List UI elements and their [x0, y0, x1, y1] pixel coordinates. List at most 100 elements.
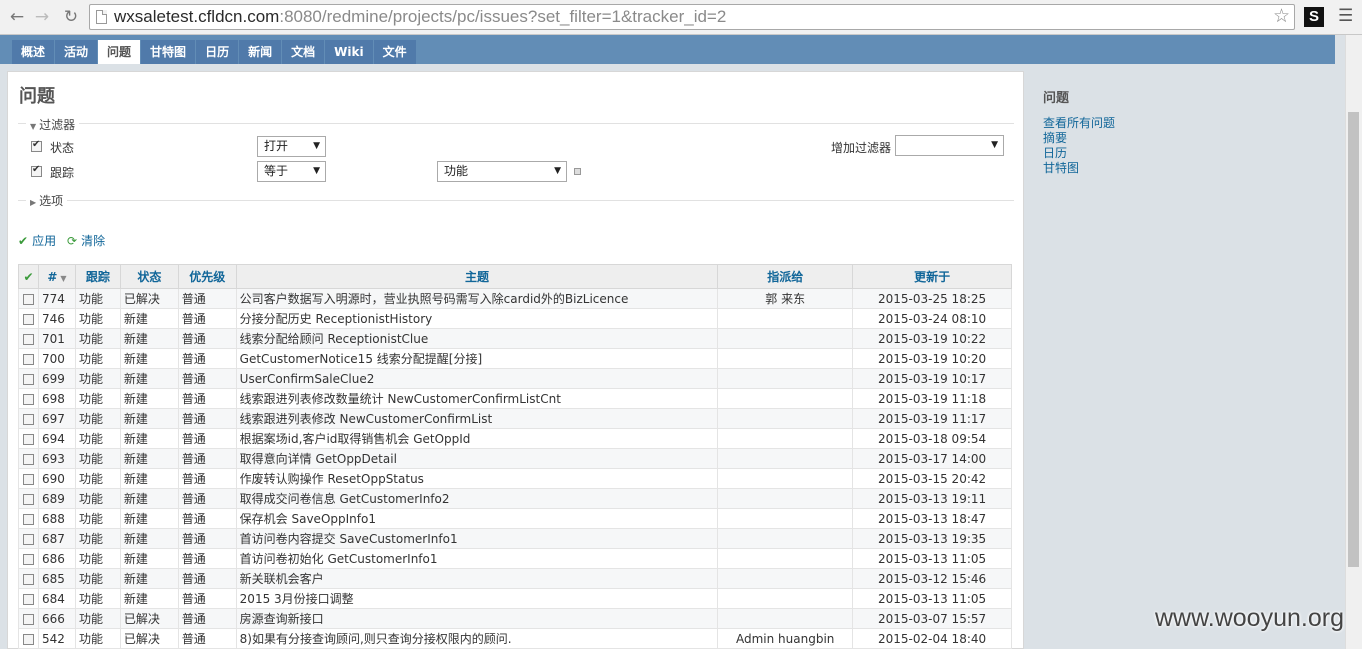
row-checkbox-cell[interactable] — [18, 428, 39, 449]
tracker-value-select[interactable]: 功能 ▼ — [437, 161, 567, 182]
sidebar-link-calendar[interactable]: 日历 — [1043, 146, 1333, 161]
tracker-operator-select[interactable]: 等于 ▼ — [257, 161, 326, 182]
row-checkbox-cell[interactable] — [18, 588, 39, 609]
row-checkbox-cell[interactable] — [18, 628, 39, 649]
issue-id[interactable]: 685 — [37, 568, 76, 589]
row-checkbox[interactable] — [22, 333, 34, 345]
issue-subject[interactable]: 线索跟进列表修改 NewCustomerConfirmList — [235, 408, 719, 429]
issue-assignee[interactable] — [717, 348, 854, 369]
row-checkbox-cell[interactable] — [18, 568, 39, 589]
issue-id[interactable]: 690 — [37, 468, 76, 489]
issue-subject[interactable]: 线索跟进列表修改数量统计 NewCustomerConfirmListCnt — [235, 388, 719, 409]
row-checkbox-cell[interactable] — [18, 528, 39, 549]
tab-activity[interactable]: 活动 — [55, 40, 98, 64]
row-checkbox[interactable] — [22, 513, 34, 525]
bookmark-star-icon[interactable]: ☆ — [1273, 5, 1290, 29]
row-checkbox-cell[interactable] — [18, 488, 39, 509]
issue-id[interactable]: 774 — [37, 288, 76, 309]
row-checkbox[interactable] — [22, 613, 34, 625]
row-checkbox-cell[interactable] — [18, 288, 39, 309]
issue-subject[interactable]: 根据案场id,客户id取得销售机会 GetOppId — [235, 428, 719, 449]
row-checkbox-cell[interactable] — [18, 408, 39, 429]
row-checkbox-cell[interactable] — [18, 368, 39, 389]
address-bar[interactable]: wxsaletest.cfldcn.com:8080/redmine/proje… — [89, 4, 1295, 30]
row-checkbox-cell[interactable] — [18, 308, 39, 329]
tab-documents[interactable]: 文档 — [282, 40, 325, 64]
issue-assignee[interactable] — [717, 428, 854, 449]
issue-id[interactable]: 542 — [37, 628, 76, 649]
issue-assignee[interactable] — [717, 608, 854, 629]
issue-subject[interactable]: 公司客户数据写入明源时，营业执照号码需写入除cardid外的BizLicence — [235, 288, 719, 309]
sidebar-link-summary[interactable]: 摘要 — [1043, 131, 1333, 146]
issue-assignee[interactable] — [717, 368, 854, 389]
toggle-multi-select-icon[interactable] — [574, 168, 581, 175]
issue-subject[interactable]: 首访问卷初始化 GetCustomerInfo1 — [235, 548, 719, 569]
toggle-all-checkbox[interactable]: ✔ — [18, 264, 39, 289]
issue-id[interactable]: 700 — [37, 348, 76, 369]
row-checkbox[interactable] — [22, 373, 34, 385]
row-checkbox[interactable] — [22, 633, 34, 645]
issue-id[interactable]: 689 — [37, 488, 76, 509]
issue-subject[interactable]: 保存机会 SaveOppInfo1 — [235, 508, 719, 529]
issue-assignee[interactable] — [717, 328, 854, 349]
row-checkbox-cell[interactable] — [18, 508, 39, 529]
issue-subject[interactable]: 作废转认购操作 ResetOppStatus — [235, 468, 719, 489]
options-legend[interactable]: ▶ 选项 — [26, 192, 68, 209]
issue-subject[interactable]: 取得成交问卷信息 GetCustomerInfo2 — [235, 488, 719, 509]
issue-id[interactable]: 694 — [37, 428, 76, 449]
tab-gantt[interactable]: 甘特图 — [141, 40, 196, 64]
issue-assignee[interactable] — [717, 508, 854, 529]
row-checkbox[interactable] — [22, 393, 34, 405]
issue-subject[interactable]: 首访问卷内容提交 SaveCustomerInfo1 — [235, 528, 719, 549]
issue-assignee[interactable]: 郭 来东 — [717, 288, 854, 309]
row-checkbox[interactable] — [22, 593, 34, 605]
row-checkbox[interactable] — [22, 573, 34, 585]
row-checkbox[interactable] — [22, 293, 34, 305]
issue-id[interactable]: 688 — [37, 508, 76, 529]
issue-id[interactable]: 686 — [37, 548, 76, 569]
row-checkbox[interactable] — [22, 453, 34, 465]
row-checkbox-cell[interactable] — [18, 468, 39, 489]
status-operator-select[interactable]: 打开 ▼ — [257, 136, 326, 157]
issue-assignee[interactable] — [717, 308, 854, 329]
row-checkbox[interactable] — [22, 553, 34, 565]
issue-subject[interactable]: 取得意向详情 GetOppDetail — [235, 448, 719, 469]
tab-overview[interactable]: 概述 — [12, 40, 55, 64]
issue-assignee[interactable] — [717, 388, 854, 409]
row-checkbox-cell[interactable] — [18, 348, 39, 369]
back-arrow-icon[interactable]: ← — [6, 6, 28, 28]
issue-assignee[interactable] — [717, 568, 854, 589]
row-checkbox-cell[interactable] — [18, 388, 39, 409]
row-checkbox-cell[interactable] — [18, 548, 39, 569]
column-header-updated[interactable]: 更新于 — [852, 264, 1012, 289]
row-checkbox-cell[interactable] — [18, 608, 39, 629]
sidebar-link-gantt[interactable]: 甘特图 — [1043, 161, 1333, 176]
clear-link[interactable]: ⟳ 清除 — [67, 232, 105, 249]
issue-assignee[interactable] — [717, 448, 854, 469]
filters-legend[interactable]: ▼ 过滤器 — [26, 116, 80, 133]
issue-assignee[interactable] — [717, 408, 854, 429]
issue-id[interactable]: 699 — [37, 368, 76, 389]
tracker-filter-checkbox[interactable] — [31, 164, 42, 177]
issue-assignee[interactable] — [717, 528, 854, 549]
issue-assignee[interactable] — [717, 488, 854, 509]
tab-issues[interactable]: 问题 — [98, 40, 141, 64]
reload-icon[interactable]: ↻ — [60, 6, 82, 28]
forward-arrow-icon[interactable]: → — [31, 6, 53, 28]
row-checkbox-cell[interactable] — [18, 448, 39, 469]
row-checkbox[interactable] — [22, 473, 34, 485]
issue-subject[interactable]: 房源查询新接口 — [235, 608, 719, 629]
tab-calendar[interactable]: 日历 — [196, 40, 239, 64]
status-filter-checkbox[interactable] — [31, 139, 42, 152]
row-checkbox[interactable] — [22, 413, 34, 425]
issue-assignee[interactable]: Admin huangbin — [717, 628, 854, 649]
menu-icon[interactable]: ☰ — [1338, 6, 1353, 26]
row-checkbox[interactable] — [22, 353, 34, 365]
issue-subject[interactable]: 2015 3月份接口调整 — [235, 588, 719, 609]
issue-id[interactable]: 698 — [37, 388, 76, 409]
issue-subject[interactable]: GetCustomerNotice15 线索分配提醒[分接] — [235, 348, 719, 369]
issue-assignee[interactable] — [717, 548, 854, 569]
row-checkbox[interactable] — [22, 433, 34, 445]
scrollbar-thumb[interactable] — [1348, 112, 1359, 567]
column-header-priority[interactable]: 优先级 — [177, 264, 237, 289]
